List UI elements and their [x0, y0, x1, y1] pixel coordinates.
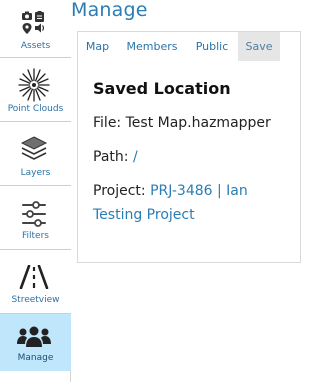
project-label: Project: [93, 183, 146, 199]
sliders-icon [22, 201, 46, 227]
tab-members[interactable]: Members [117, 32, 187, 61]
sidebar-item-layers[interactable]: Layers [0, 122, 71, 186]
layers-icon [20, 136, 48, 160]
tab-public[interactable]: Public [187, 32, 237, 61]
file-label: File: [93, 115, 122, 131]
file-row: File: Test Map.hazmapper [93, 111, 298, 135]
path-row: Path: / [93, 145, 298, 169]
sidebar-item-streetview[interactable]: Streetview [0, 250, 71, 314]
tab-save[interactable]: Save [238, 32, 280, 61]
project-row: Project: PRJ-3486 | Ian Testing Project [93, 179, 298, 227]
sidebar-item-label: Assets [20, 41, 51, 51]
users-icon [17, 326, 51, 347]
road-icon [19, 265, 49, 289]
sidebar: Assets Point Clouds Layers Filters Stree… [0, 0, 71, 382]
tab-map[interactable]: Map [78, 32, 117, 61]
sidebar-item-label: Layers [20, 168, 51, 178]
section-heading: Saved Location [93, 79, 231, 98]
sidebar-item-point-clouds[interactable]: Point Clouds [0, 58, 71, 122]
path-label: Path: [93, 149, 129, 165]
manage-panel: Map Members Public Save Saved Location F… [77, 31, 301, 263]
sidebar-item-label: Point Clouds [7, 104, 64, 114]
sidebar-item-assets[interactable]: Assets [0, 0, 71, 58]
saved-location-section: Saved Location File: Test Map.hazmapper … [93, 79, 298, 237]
point-cloud-icon [18, 68, 50, 102]
sidebar-item-filters[interactable]: Filters [0, 186, 71, 250]
file-value: Test Map.hazmapper [125, 115, 271, 131]
page-title: Manage [71, 0, 148, 21]
path-link[interactable]: / [133, 149, 138, 165]
sidebar-item-label: Filters [22, 231, 49, 241]
sidebar-item-label: Streetview [11, 295, 60, 305]
sidebar-item-label: Manage [17, 353, 54, 363]
tab-bar: Map Members Public Save [78, 32, 300, 61]
assets-icon [22, 11, 45, 34]
sidebar-item-manage[interactable]: Manage [0, 314, 71, 371]
